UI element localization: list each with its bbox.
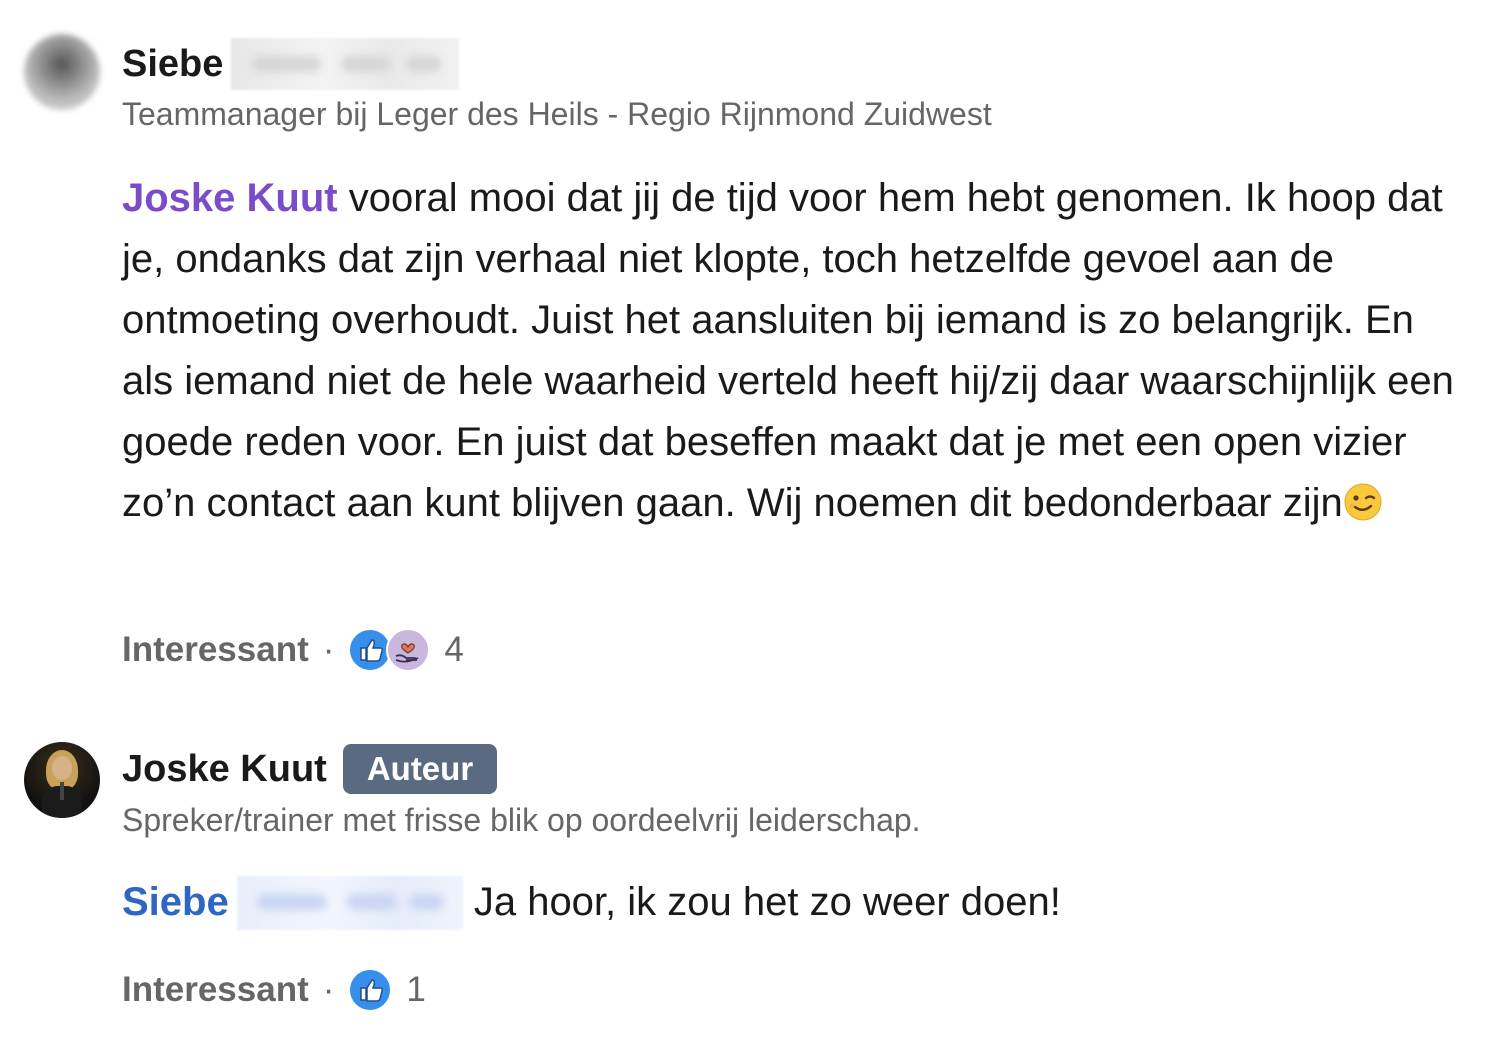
mention-link[interactable]: Joske Kuut xyxy=(122,176,338,220)
comment-text: Ja hoor, ik zou het zo weer doen! xyxy=(462,880,1061,924)
avatar[interactable] xyxy=(24,34,100,110)
winking-face-icon xyxy=(1344,483,1382,521)
author-name[interactable]: Siebe xyxy=(122,43,223,86)
reactions-bar: Interessant · 1 xyxy=(122,968,426,1012)
redacted-surname xyxy=(236,875,463,930)
mention-link[interactable]: Siebe xyxy=(122,872,229,933)
react-button[interactable]: Interessant xyxy=(122,630,309,670)
reactions-bar: Interessant · 4 xyxy=(122,628,464,672)
reaction-summary[interactable] xyxy=(348,628,431,672)
author-headline: Teammanager bij Leger des Heils - Regio … xyxy=(122,96,992,132)
react-button[interactable]: Interessant xyxy=(122,970,309,1010)
support-reaction-icon xyxy=(386,628,431,672)
author-name[interactable]: Joske Kuut xyxy=(122,748,327,791)
author-badge: Auteur xyxy=(342,744,498,794)
reaction-count[interactable]: 4 xyxy=(444,630,463,670)
separator-dot: · xyxy=(322,630,335,669)
author-headline: Spreker/trainer met frisse blik op oorde… xyxy=(122,802,921,838)
comment-body: Siebe Ja hoor, ik zou het zo weer doen! xyxy=(122,872,1462,933)
comment-text: vooral mooi dat jij de tijd voor hem heb… xyxy=(122,176,1454,525)
author-name-line[interactable]: Joske Kuut Auteur xyxy=(122,744,498,794)
like-reaction-icon xyxy=(348,968,393,1012)
avatar[interactable] xyxy=(24,742,100,818)
redacted-surname xyxy=(231,38,460,90)
reaction-count[interactable]: 1 xyxy=(406,970,425,1010)
reaction-summary[interactable] xyxy=(348,968,393,1012)
comment-body: Joske Kuut vooral mooi dat jij de tijd v… xyxy=(122,168,1462,534)
author-name-line[interactable]: Siebe xyxy=(122,38,460,90)
separator-dot: · xyxy=(322,970,335,1009)
